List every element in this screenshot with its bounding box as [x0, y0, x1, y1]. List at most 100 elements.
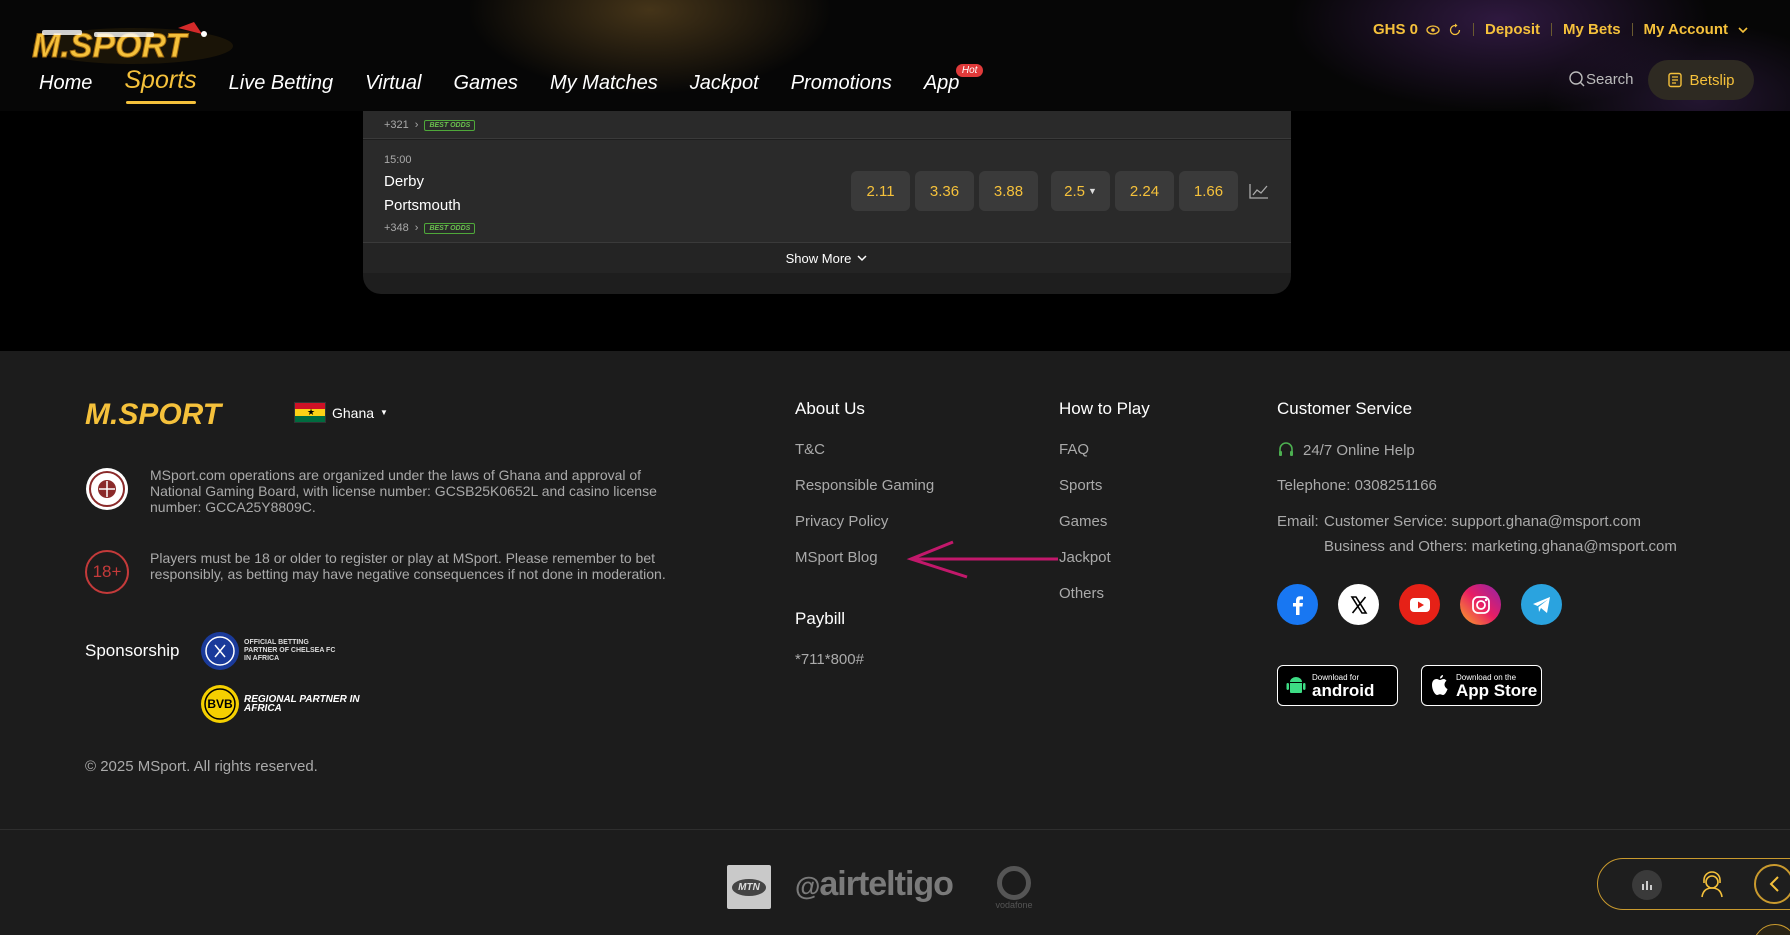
customer-service-title: Customer Service	[1277, 399, 1413, 418]
x-icon[interactable]	[1338, 584, 1379, 625]
odds-away[interactable]: 3.88	[979, 171, 1038, 211]
annotation-arrow-icon	[906, 540, 1058, 579]
android-icon	[1286, 676, 1306, 693]
msport-logo[interactable]: M.SPORT	[28, 22, 238, 66]
betslip-button[interactable]: Betslip	[1648, 60, 1754, 100]
nav-app[interactable]: App Hot	[923, 64, 984, 95]
match-meta: +321 › BEST ODDS	[384, 119, 476, 131]
facebook-icon[interactable]	[1277, 584, 1318, 625]
nav-promotions[interactable]: Promotions	[791, 72, 892, 95]
collapse-chevron-icon[interactable]	[1754, 864, 1790, 904]
divider	[1551, 23, 1553, 36]
home-team: Derby	[384, 173, 425, 190]
support-agent-icon[interactable]	[1697, 870, 1727, 900]
paybill-code: *711*800#	[795, 651, 864, 668]
link-others[interactable]: Others	[1059, 585, 1104, 602]
my-account-link[interactable]: My Account	[1644, 21, 1728, 38]
sponsorship-label: Sponsorship	[85, 641, 180, 660]
email-customer-service[interactable]: Customer Service: support.ghana@msport.c…	[1324, 513, 1641, 530]
nav-virtual[interactable]: Virtual	[365, 72, 421, 95]
email-label: Email:	[1277, 513, 1319, 530]
link-responsible-gaming[interactable]: Responsible Gaming	[795, 477, 934, 494]
best-odds-badge: BEST ODDS	[424, 119, 476, 131]
chevron-down-icon	[857, 255, 867, 262]
account-bar: GHS 0 Deposit My Bets My Account	[1373, 21, 1750, 38]
chelsea-sponsor-text: OFFICIAL BETTING PARTNER OF CHELSEA FC I…	[244, 639, 336, 662]
caret-down-icon: ▼	[1087, 186, 1097, 196]
country-label: Ghana	[332, 404, 375, 421]
link-tc[interactable]: T&C	[795, 441, 825, 458]
bvb-sponsor-text: REGIONAL PARTNER IN AFRICA	[244, 694, 360, 714]
link-sports[interactable]: Sports	[1059, 477, 1102, 494]
chelsea-crest-icon	[201, 632, 239, 670]
app-store-download-button[interactable]: Download on the App Store	[1421, 665, 1542, 706]
my-bets-link[interactable]: My Bets	[1563, 21, 1621, 38]
svg-text:BVB: BVB	[207, 697, 233, 711]
total-line-select[interactable]: 2.5 ▼	[1051, 171, 1110, 211]
total-line-value: 2.5	[1064, 182, 1085, 200]
best-odds-badge: BEST ODDS	[424, 222, 476, 234]
age-badge-icon: 18+	[85, 550, 129, 594]
copyright: © 2025 MSport. All rights reserved.	[85, 758, 318, 775]
search-button[interactable]: Search	[1568, 70, 1634, 88]
deposit-link[interactable]: Deposit	[1485, 21, 1540, 38]
link-faq[interactable]: FAQ	[1059, 441, 1089, 458]
about-us-title: About Us	[795, 399, 865, 418]
match-row[interactable]: 15:00 Derby Portsmouth +348 › BEST ODDS …	[363, 140, 1291, 242]
markets-count[interactable]: +348	[384, 222, 409, 234]
nav-jackpot[interactable]: Jackpot	[690, 72, 759, 95]
nav-my-matches[interactable]: My Matches	[550, 72, 658, 95]
vodafone-logo: vodafone	[990, 866, 1038, 910]
nav-games[interactable]: Games	[453, 72, 517, 95]
betslip-label: Betslip	[1689, 71, 1735, 89]
youtube-icon[interactable]	[1399, 584, 1440, 625]
kickoff-time: 15:00	[384, 154, 412, 166]
link-jackpot[interactable]: Jackpot	[1059, 549, 1111, 566]
nav-sports[interactable]: Sports	[124, 66, 197, 104]
stats-chart-icon[interactable]	[1249, 183, 1269, 199]
apple-icon	[1432, 674, 1448, 695]
chevron-right-icon: ›	[414, 222, 419, 234]
back-to-top-icon[interactable]	[1753, 924, 1790, 935]
telegram-icon[interactable]	[1521, 584, 1562, 625]
chevron-right-icon: ›	[414, 119, 419, 131]
chevron-down-icon[interactable]	[1736, 23, 1750, 37]
stats-icon[interactable]	[1632, 870, 1662, 900]
markets-count[interactable]: +321	[384, 119, 409, 131]
link-privacy-policy[interactable]: Privacy Policy	[795, 513, 888, 530]
msport-footer-logo[interactable]: M.SPORT	[85, 397, 265, 429]
airteltigo-logo: @airteltigo	[795, 865, 954, 903]
nav-home[interactable]: Home	[39, 72, 92, 95]
eye-icon[interactable]	[1426, 23, 1440, 37]
bvb-sponsor[interactable]: BVB REGIONAL PARTNER IN AFRICA	[200, 684, 384, 724]
odds-under[interactable]: 1.66	[1179, 171, 1238, 211]
how-to-play-title: How to Play	[1059, 399, 1150, 418]
odds-over[interactable]: 2.24	[1115, 171, 1174, 211]
app-store-text: Download on the App Store	[1456, 673, 1537, 699]
email-business[interactable]: Business and Others: marketing.ghana@msp…	[1324, 538, 1677, 555]
match-row[interactable]: +321 › BEST ODDS	[363, 111, 1291, 139]
android-download-button[interactable]: Download for android	[1277, 665, 1398, 706]
link-games[interactable]: Games	[1059, 513, 1107, 530]
nav-live-betting[interactable]: Live Betting	[229, 72, 334, 95]
airteltigo-swirl-icon: @	[795, 871, 820, 901]
mtn-logo: MTN	[727, 865, 771, 909]
headset-icon	[1279, 442, 1293, 456]
nav-app-label: App	[923, 72, 960, 94]
odds-home[interactable]: 2.11	[851, 171, 910, 211]
online-help-link[interactable]: 24/7 Online Help	[1277, 441, 1415, 459]
ghana-flag-icon: ★	[294, 402, 326, 423]
age-warning: 18+ Players must be 18 or older to regis…	[85, 550, 685, 594]
refresh-icon[interactable]	[1448, 23, 1462, 37]
show-more-button[interactable]: Show More	[363, 242, 1291, 273]
svg-text:M.SPORT: M.SPORT	[85, 398, 224, 429]
odds-draw[interactable]: 3.36	[915, 171, 974, 211]
link-msport-blog[interactable]: MSport Blog	[795, 549, 878, 566]
site-footer: M.SPORT ★ Ghana ▼ MSport.com operations …	[0, 351, 1790, 829]
country-selector[interactable]: ★ Ghana ▼	[294, 402, 388, 423]
chelsea-sponsor[interactable]: OFFICIAL BETTING PARTNER OF CHELSEA FC I…	[200, 631, 344, 671]
online-help-label: 24/7 Online Help	[1303, 441, 1415, 459]
show-more-label: Show More	[785, 250, 852, 266]
away-team: Portsmouth	[384, 197, 461, 214]
instagram-icon[interactable]	[1460, 584, 1501, 625]
